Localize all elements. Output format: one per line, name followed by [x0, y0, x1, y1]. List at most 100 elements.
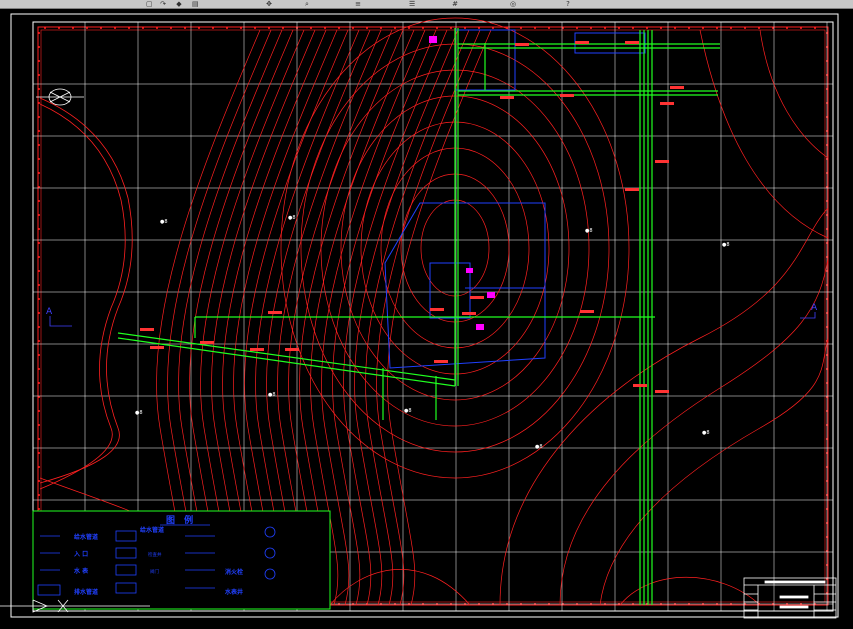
boundary-dot — [100, 27, 102, 29]
open-icon[interactable]: ▢ — [146, 1, 153, 8]
boundary-dot — [38, 270, 40, 272]
pan-icon[interactable]: ✥ — [266, 1, 272, 8]
boundary-dot — [310, 27, 312, 29]
boundary-dot — [38, 494, 40, 496]
boundary-dot — [38, 354, 40, 356]
boundary-dot — [604, 27, 606, 29]
boundary-dot — [58, 27, 60, 29]
elevation-tag — [150, 346, 164, 349]
legend-entry-4: 给水管道 — [140, 526, 164, 534]
zoom-icon[interactable]: ⌕ — [304, 1, 310, 8]
legend-entry-7: 消火栓 — [225, 568, 243, 576]
boundary-dot — [38, 228, 40, 230]
svg-text:●8: ●8 — [288, 215, 296, 221]
boundary-dot — [38, 396, 40, 398]
svg-text:●8: ●8 — [722, 242, 730, 248]
svg-text:●8: ●8 — [160, 219, 168, 225]
boundary-dot — [716, 27, 718, 29]
contour-line — [599, 337, 829, 606]
contour-line — [329, 569, 471, 606]
elevation-tag — [430, 308, 444, 311]
svg-text:●8: ●8 — [535, 444, 543, 450]
svg-text:●8: ●8 — [268, 392, 276, 398]
elevation-tag — [434, 360, 448, 363]
elevation-tag — [655, 160, 669, 163]
cad-drawing-canvas[interactable]: ●8 ●8 ●8 ●8 ●8 ●8 ●8 ●8 ●8 A A 图 例 给水管道 … — [0, 8, 853, 629]
elevation-tag — [660, 102, 674, 105]
title-block — [743, 577, 837, 619]
elevation-tag — [625, 41, 639, 44]
boundary-dot — [142, 27, 144, 29]
boundary-dot — [38, 284, 40, 286]
boundary-dot — [72, 27, 74, 29]
boundary-dot — [38, 130, 40, 132]
boundary-dot — [576, 27, 578, 29]
contour-line — [619, 576, 761, 606]
boundary-dot — [394, 27, 396, 29]
help-icon[interactable]: ? — [565, 1, 571, 8]
redo-icon[interactable]: ↷ — [160, 1, 166, 8]
boundary-dot — [674, 27, 676, 29]
boundary-dot — [44, 27, 46, 29]
contour-line — [699, 29, 829, 239]
boundary-dot — [38, 214, 40, 216]
boundary-dot — [38, 340, 40, 342]
boundary-dot — [660, 27, 662, 29]
boundary-dot — [534, 27, 536, 29]
boundary-dot — [38, 452, 40, 454]
svg-text:●8: ●8 — [404, 408, 412, 414]
elevation-tag — [560, 94, 574, 97]
boundary-dot — [324, 27, 326, 29]
section-marker-right: A — [800, 303, 818, 319]
snap-icon[interactable]: ◎ — [510, 1, 516, 8]
boundary-dot — [170, 27, 172, 29]
boundary-dot — [38, 466, 40, 468]
boundary-dot — [478, 27, 480, 29]
boundary-dot — [198, 27, 200, 29]
elevation-tag — [250, 348, 264, 351]
boundary-dot — [422, 27, 424, 29]
legend-entry-6: 阀门 — [150, 568, 159, 575]
boundary-dot — [38, 200, 40, 202]
boundary-dot — [254, 27, 256, 29]
layer-icon[interactable]: ≡ — [355, 1, 361, 8]
elevation-tag — [670, 86, 684, 89]
boundary-dot — [38, 326, 40, 328]
boundary-dot — [744, 27, 746, 29]
boundary-dot — [268, 27, 270, 29]
elevation-tag — [580, 310, 594, 313]
boundary-dot — [38, 172, 40, 174]
section-label-right: A — [811, 303, 818, 313]
boundary-dot — [38, 102, 40, 104]
boundary-dot — [548, 27, 550, 29]
boundary-dot — [86, 27, 88, 29]
elevation-tag — [285, 348, 299, 351]
elevation-tag — [515, 43, 529, 46]
save-icon[interactable]: ◆ — [176, 1, 182, 8]
legend-entry-0: 给水管道 — [74, 533, 98, 541]
boundary-dot — [212, 27, 214, 29]
boundary-dot — [156, 27, 158, 29]
legend-panel: 图 例 给水管道 入 口 水 表 排水管道 给水管道 检查井 阀门 消火栓 水表… — [32, 510, 331, 610]
boundary-dot — [646, 27, 648, 29]
boundary-dot — [38, 158, 40, 160]
boundary-dot — [128, 27, 130, 29]
boundary-dot — [38, 88, 40, 90]
boundary-dot — [38, 480, 40, 482]
grid-icon[interactable]: # — [452, 1, 458, 8]
boundary-dot — [814, 27, 816, 29]
boundary-dot — [38, 32, 40, 34]
boundary-dot — [688, 27, 690, 29]
contour-line — [759, 29, 829, 159]
elevation-tag — [633, 384, 647, 387]
left-road — [39, 97, 133, 490]
print-icon[interactable]: ▤ — [192, 1, 199, 8]
boundary-dot — [114, 27, 116, 29]
north-arrow-icon — [36, 88, 84, 106]
section-label-left: A — [46, 307, 53, 317]
boundary-dot — [590, 27, 592, 29]
properties-icon[interactable]: ☰ — [409, 1, 415, 8]
boundary-dot — [786, 27, 788, 29]
elevation-tag — [140, 328, 154, 331]
boundary-dot — [436, 27, 438, 29]
